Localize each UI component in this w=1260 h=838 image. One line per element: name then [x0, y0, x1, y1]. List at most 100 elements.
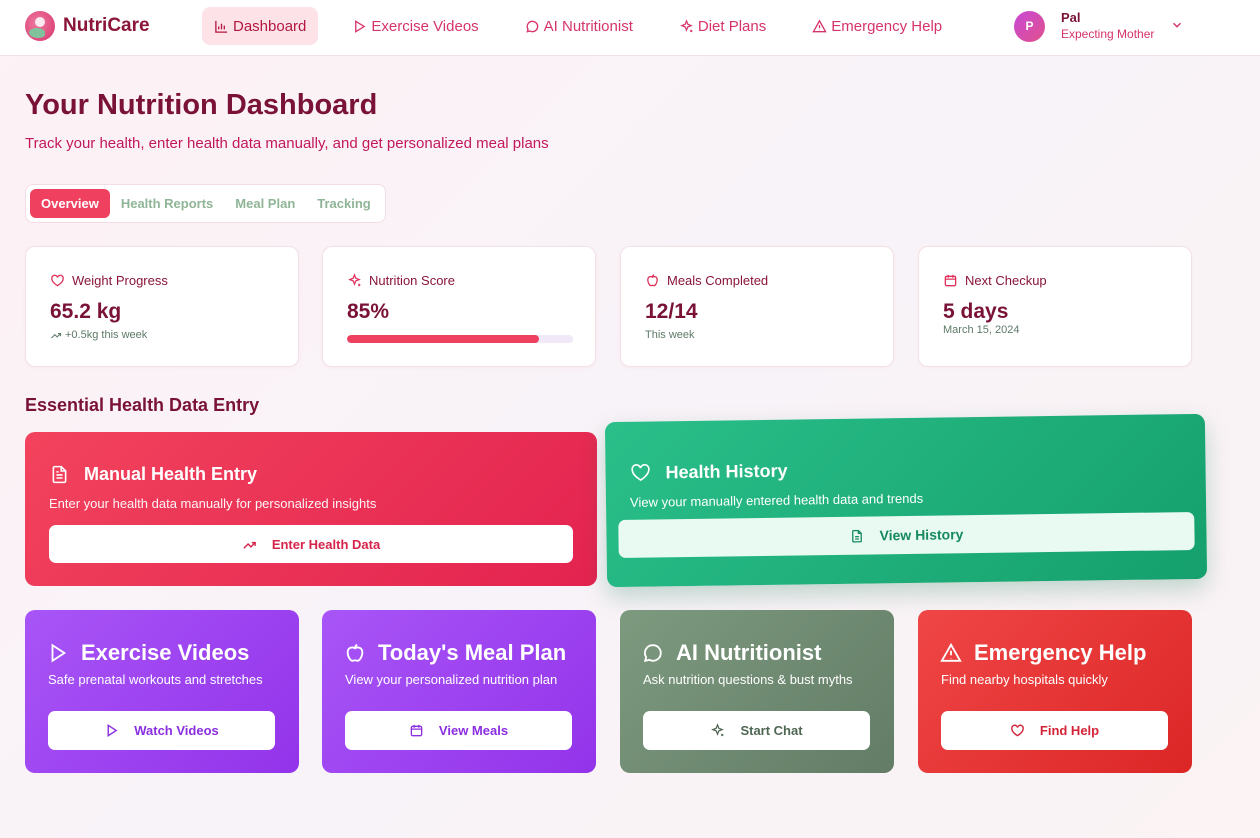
find-help-button[interactable]: Find Help [941, 711, 1168, 750]
exercise-videos-card: Exercise Videos Safe prenatal workouts a… [25, 610, 299, 773]
ai-nutritionist-card: AI Nutritionist Ask nutrition questions … [620, 610, 894, 773]
avatar: P [1014, 10, 1045, 42]
button-label: Start Chat [740, 723, 803, 738]
chat-bubble-icon [526, 20, 538, 33]
user-menu[interactable]: P Pal Expecting Mother [1014, 9, 1181, 43]
nav-item-ai-nutritionist[interactable]: AI Nutritionist [513, 7, 645, 45]
stat-label-text: Nutrition Score [369, 273, 455, 288]
stat-label: Meals Completed [645, 273, 768, 288]
stat-note: This week [645, 329, 695, 341]
stat-card-meals-completed: Meals Completed 12/14 This week [620, 246, 894, 367]
nav-item-label: AI Nutritionist [543, 17, 633, 35]
stat-label-text: Next Checkup [965, 273, 1047, 288]
tab-meal-plan[interactable]: Meal Plan [224, 189, 306, 218]
stat-note-text: March 15, 2024 [943, 324, 1020, 336]
card-heading: Emergency Help [940, 640, 1146, 666]
nav-item-diet-plans[interactable]: Diet Plans [667, 7, 778, 45]
stat-note-text: +0.5kg this week [65, 329, 148, 341]
view-history-button[interactable]: View History [618, 511, 1195, 559]
nav-item-label: Diet Plans [697, 17, 767, 35]
view-meals-button[interactable]: View Meals [345, 711, 572, 750]
card-title: Exercise Videos [81, 640, 250, 665]
stat-card-weight-progress: Weight Progress 65.2 kg +0.5kg this week [25, 246, 299, 367]
chat-bubble-icon [643, 644, 662, 663]
warning-icon [940, 642, 962, 662]
nutrition-score-progress [347, 335, 573, 343]
stat-label: Next Checkup [943, 273, 1047, 288]
todays-meal-plan-card: Today's Meal Plan View your personalized… [322, 610, 596, 773]
nav-item-dashboard[interactable]: Dashboard [202, 7, 319, 45]
stat-value: 12/14 [645, 300, 698, 323]
card-title: Today's Meal Plan [378, 640, 567, 665]
tab-overview[interactable]: Overview [30, 189, 110, 218]
card-description: View your personalized nutrition plan [345, 672, 558, 687]
card-heading: Health History [629, 460, 788, 484]
manual-health-entry-card: Manual Health Entry Enter your health da… [25, 432, 597, 586]
document-icon [52, 465, 67, 484]
stat-note: +0.5kg this week [50, 329, 147, 341]
tab-health-reports[interactable]: Health Reports [110, 189, 224, 218]
nav-item-label: Dashboard [233, 17, 307, 35]
emergency-help-card: Emergency Help Find nearby hospitals qui… [918, 610, 1192, 773]
card-description: Enter your health data manually for pers… [49, 496, 377, 511]
apple-icon [346, 643, 364, 662]
section-title: Essential Health Data Entry [25, 395, 260, 415]
stat-card-next-checkup: Next Checkup 5 days March 15, 2024 [918, 246, 1192, 367]
card-description: Safe prenatal workouts and stretches [48, 672, 263, 687]
nav-item-exercise-videos[interactable]: Exercise Videos [340, 7, 490, 45]
play-icon [51, 643, 67, 663]
card-heading: Today's Meal Plan [344, 640, 566, 666]
page-title: Your Nutrition Dashboard [25, 89, 378, 121]
play-icon [355, 19, 366, 33]
stat-value: 85% [347, 300, 390, 323]
button-label: Enter Health Data [271, 536, 381, 552]
enter-health-data-button[interactable]: Enter Health Data [49, 525, 573, 563]
stat-note-text: This week [645, 329, 695, 341]
button-label: View History [879, 526, 964, 544]
card-description: View your manually entered health data a… [629, 490, 924, 510]
page-subtitle: Track your health, enter health data man… [25, 135, 549, 152]
sparkle-icon [348, 273, 361, 287]
trending-up-icon [243, 541, 256, 549]
chevron-down-icon[interactable] [1170, 18, 1184, 32]
nav-item-emergency-help[interactable]: Emergency Help [800, 7, 954, 45]
card-heading: Exercise Videos [47, 640, 249, 666]
sparkle-icon [680, 18, 693, 32]
play-icon [107, 724, 118, 737]
top-navbar: NutriCare Dashboard Exercise Videos AI N… [0, 0, 1260, 56]
brand-logo-icon [25, 11, 55, 41]
heart-icon [51, 274, 64, 287]
button-label: Watch Videos [134, 723, 219, 738]
bar-chart-icon [215, 20, 228, 33]
main-nav: Dashboard Exercise Videos AI Nutritionis… [202, 7, 976, 45]
stat-card-nutrition-score: Nutrition Score 85% [322, 246, 596, 367]
user-info: Pal Expecting Mother [1061, 9, 1154, 43]
start-chat-button[interactable]: Start Chat [643, 711, 870, 750]
nav-item-label: Emergency Help [831, 17, 943, 35]
stat-label: Weight Progress [50, 273, 168, 288]
card-title: Manual Health Entry [84, 464, 258, 484]
stat-label-text: Meals Completed [667, 273, 769, 288]
stat-value: 65.2 kg [50, 300, 122, 323]
tab-tracking[interactable]: Tracking [306, 189, 381, 218]
calendar-icon [410, 724, 423, 737]
apple-icon [647, 274, 658, 287]
card-heading: AI Nutritionist [642, 640, 821, 666]
health-history-card[interactable]: Health History View your manually entere… [604, 413, 1208, 588]
brand[interactable]: NutriCare [25, 10, 150, 42]
card-title: AI Nutritionist [676, 640, 822, 665]
document-icon [852, 529, 863, 543]
heart-icon [1011, 724, 1024, 737]
health-history-card-wrapper: Health History View your manually entere… [604, 413, 1208, 588]
watch-videos-button[interactable]: Watch Videos [48, 711, 275, 750]
user-role: Expecting Mother [1061, 27, 1155, 41]
button-label: Find Help [1039, 723, 1100, 738]
card-description: Find nearby hospitals quickly [941, 672, 1108, 687]
stat-label: Nutrition Score [347, 273, 455, 288]
trending-up-icon [51, 332, 62, 339]
calendar-icon [944, 274, 957, 287]
stat-value: 5 days [943, 300, 1009, 323]
dashboard-tabs: Overview Health Reports Meal Plan Tracki… [25, 184, 386, 223]
warning-icon [812, 19, 827, 32]
card-title: Emergency Help [974, 640, 1147, 665]
